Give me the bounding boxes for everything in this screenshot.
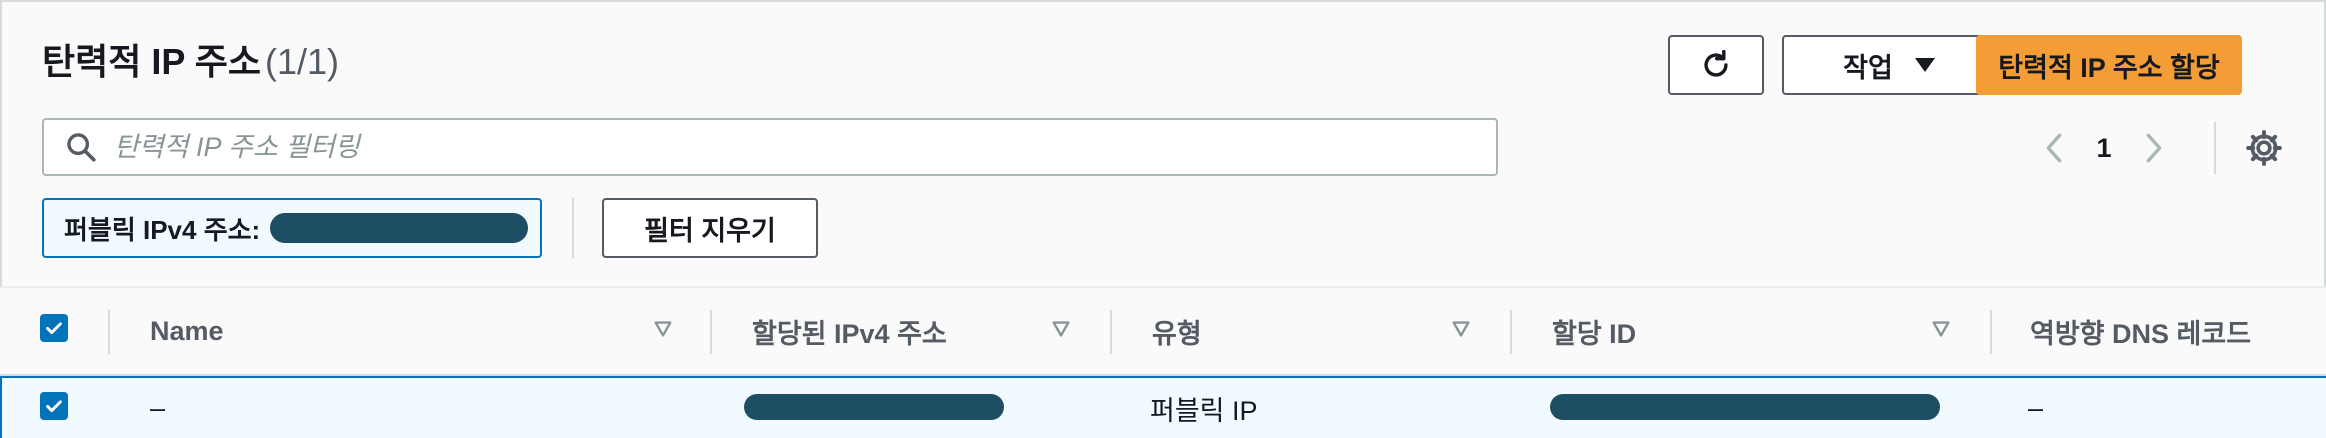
sort-icon	[1452, 321, 1470, 337]
column-header-type[interactable]: 유형	[1152, 288, 1482, 374]
cell-reverse-dns: –	[2028, 392, 2044, 423]
elastic-ip-table: Name 할당된 IPv4 주소 유형 할당 ID 역방향 DNS 레코드 – …	[0, 286, 2326, 438]
table-header: Name 할당된 IPv4 주소 유형 할당 ID 역방향 DNS 레코드	[0, 288, 2326, 376]
column-divider	[108, 310, 110, 354]
allocate-elastic-ip-button[interactable]: 탄력적 IP 주소 할당	[1976, 35, 2242, 95]
check-icon	[46, 400, 62, 413]
previous-page-button[interactable]	[2034, 128, 2074, 168]
column-header-name[interactable]: Name	[150, 288, 680, 374]
cell-name: –	[150, 392, 166, 423]
column-divider	[1510, 310, 1512, 354]
refresh-button[interactable]	[1668, 35, 1764, 95]
refresh-icon	[1704, 49, 1728, 77]
page-title: 탄력적 IP 주소 (1/1)	[42, 40, 339, 84]
column-header-label: Name	[150, 315, 224, 346]
column-header-label: 역방향 DNS 레코드	[2030, 318, 2252, 349]
clear-filters-button[interactable]: 필터 지우기	[602, 198, 818, 258]
filter-token-value-redacted	[270, 213, 529, 243]
cell-type: 퍼블릭 IP	[1150, 395, 1258, 426]
select-all-checkbox[interactable]	[40, 314, 68, 342]
table-row[interactable]: – 퍼블릭 IP –	[0, 376, 2326, 438]
actions-label: 작업	[1843, 52, 1893, 83]
search-icon	[67, 133, 96, 162]
result-count: (1/1)	[264, 41, 339, 82]
column-divider	[1110, 310, 1112, 354]
sort-icon	[654, 321, 672, 337]
pager-divider	[2214, 122, 2216, 174]
column-header-label: 할당 ID	[1552, 318, 1637, 349]
filter-token-label: 퍼블릭 IPv4 주소:	[64, 214, 261, 245]
column-header-label: 할당된 IPv4 주소	[752, 318, 947, 349]
filter-token[interactable]: 퍼블릭 IPv4 주소:	[42, 198, 542, 258]
next-page-button[interactable]	[2134, 128, 2174, 168]
sort-icon	[1052, 321, 1070, 337]
gear-icon[interactable]	[2244, 128, 2284, 168]
allocate-label: 탄력적 IP 주소 할당	[1998, 52, 2220, 83]
check-icon	[46, 322, 62, 335]
column-header-reverse-dns[interactable]: 역방향 DNS 레코드	[2030, 288, 2320, 374]
filter-divider	[572, 198, 574, 258]
column-divider	[710, 310, 712, 354]
current-page-number[interactable]: 1	[2074, 133, 2134, 164]
chevron-left-icon	[2046, 133, 2062, 163]
redacted-ipv4-address	[744, 394, 1004, 420]
column-header-allocation-id[interactable]: 할당 ID	[1552, 288, 1952, 374]
filter-search-input[interactable]	[112, 130, 1476, 164]
chevron-right-icon	[2146, 133, 2162, 163]
column-header-allocated-ipv4[interactable]: 할당된 IPv4 주소	[752, 288, 1082, 374]
column-divider	[1990, 310, 1992, 354]
sort-icon	[1932, 321, 1950, 337]
clear-filters-label: 필터 지우기	[644, 215, 776, 246]
column-header-label: 유형	[1152, 318, 1202, 349]
redacted-allocation-id[interactable]	[1550, 394, 1940, 420]
filter-search-box[interactable]	[42, 118, 1498, 176]
pagination: 1	[2034, 120, 2284, 176]
page-title-text: 탄력적 IP 주소	[42, 41, 261, 82]
actions-dropdown-button[interactable]: 작업	[1782, 35, 1996, 95]
row-checkbox[interactable]	[40, 392, 68, 420]
caret-down-icon	[1914, 58, 1935, 72]
